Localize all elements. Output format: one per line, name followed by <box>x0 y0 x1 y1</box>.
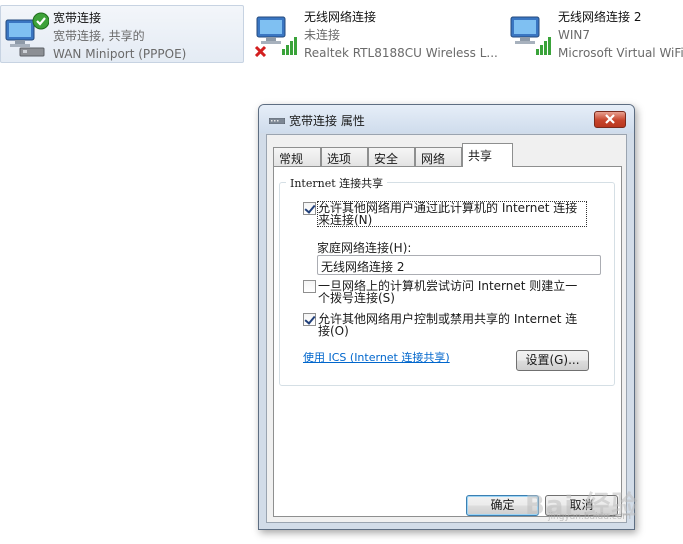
tab-sharing[interactable]: 共享 <box>462 143 513 167</box>
ics-group: Internet 连接共享 允许其他网络用户通过此计算机的 Internet 连… <box>279 175 615 386</box>
watermark-url: jingyan.baidu.com <box>548 512 632 522</box>
connection-name: 无线网络连接 2 <box>558 10 642 24</box>
connection-device: Realtek RTL8188CU Wireless L... <box>304 46 498 60</box>
connection-device: Microsoft Virtual WiFi <box>558 46 683 60</box>
network-disconnected-icon <box>254 16 297 57</box>
close-icon <box>605 114 615 124</box>
home-conn-field[interactable]: 无线网络连接 2 <box>317 255 601 275</box>
connection-status: 未连接 <box>304 28 341 42</box>
group-title: Internet 连接共享 <box>286 175 388 191</box>
connection-name: 无线网络连接 <box>304 10 377 24</box>
connection-item-wireless-2[interactable]: 无线网络连接 2 WIN7 Microsoft Virtual WiFi <box>506 5 683 63</box>
connection-device: WAN Miniport (PPPOE) <box>53 47 187 61</box>
connection-status: WIN7 <box>558 28 591 42</box>
network-connected-icon <box>5 12 49 57</box>
connection-item-broadband[interactable]: 宽带连接 宽带连接, 共享的 WAN Miniport (PPPOE) <box>0 5 244 63</box>
modem-icon <box>269 118 285 124</box>
dial-on-demand-label: 一旦网络上的计算机尝试访问 Internet 则建立一个拨号连接(S) <box>318 279 578 305</box>
connection-item-wireless[interactable]: 无线网络连接 未连接 Realtek RTL8188CU Wireless L.… <box>252 5 500 63</box>
ics-help-link[interactable]: 使用 ICS (Internet 连接共享) <box>303 349 450 365</box>
dialog-title: 宽带连接 属性 <box>289 114 365 128</box>
wireless-network-icon <box>510 16 551 55</box>
tab-networking[interactable]: 网络 <box>415 147 462 166</box>
allow-control-checkbox[interactable] <box>303 313 316 326</box>
tab-security[interactable]: 安全 <box>368 147 415 166</box>
connection-name: 宽带连接 <box>53 11 102 25</box>
connection-status: 宽带连接, 共享的 <box>53 29 145 43</box>
dialog-client: 常规 选项 安全 网络 共享 Internet 连接共享 允许其他网络用户通过此… <box>266 134 627 523</box>
allow-share-label: 允许其他网络用户通过此计算机的 Internet 连接来连接(N) <box>317 201 587 227</box>
dial-on-demand-checkbox[interactable] <box>303 280 316 293</box>
properties-dialog: 宽带连接 属性 常规 选项 安全 网络 共享 Internet 连接共享 允许其… <box>258 104 635 530</box>
allow-control-label: 允许其他网络用户控制或禁用共享的 Internet 连接(O) <box>318 312 578 338</box>
allow-share-checkbox[interactable] <box>303 202 316 215</box>
close-button[interactable] <box>594 111 626 128</box>
dialog-titlebar[interactable]: 宽带连接 属性 <box>259 105 634 133</box>
home-conn-label: 家庭网络连接(H): <box>317 241 412 255</box>
sharing-panel: Internet 连接共享 允许其他网络用户通过此计算机的 Internet 连… <box>273 166 622 517</box>
tab-options[interactable]: 选项 <box>321 147 368 166</box>
tab-general[interactable]: 常规 <box>273 147 321 166</box>
settings-button[interactable]: 设置(G)... <box>516 350 589 371</box>
